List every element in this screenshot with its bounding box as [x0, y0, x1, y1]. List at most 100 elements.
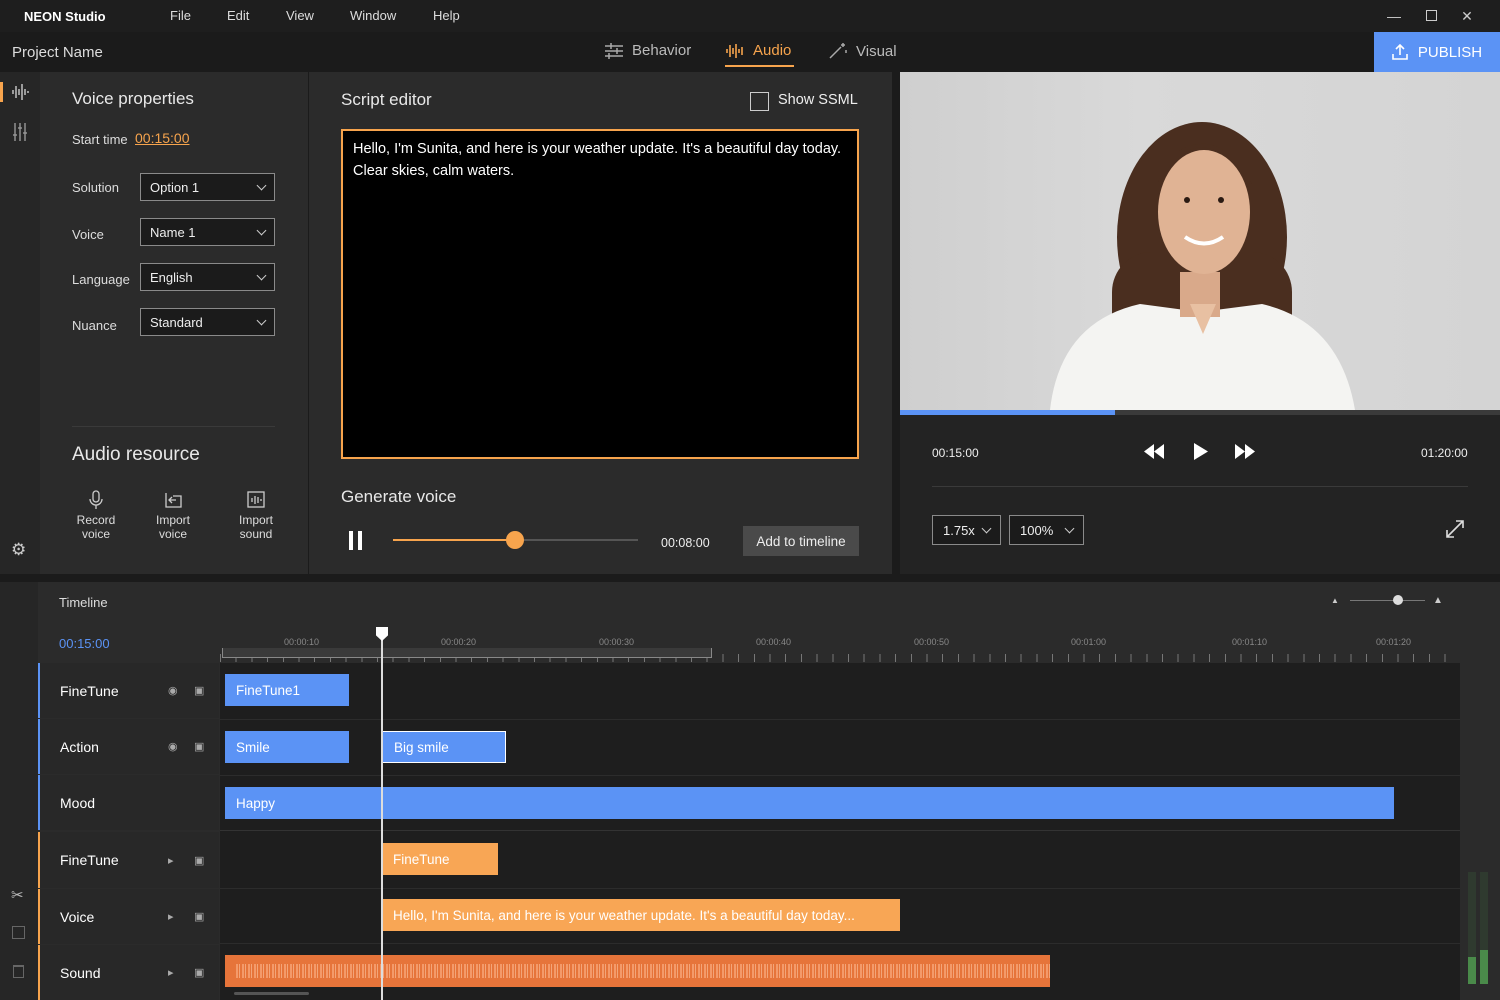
voice-label: Voice — [72, 227, 104, 242]
start-time-value[interactable]: 00:15:00 — [135, 130, 190, 146]
speaker-icon[interactable]: ▸ — [168, 910, 174, 923]
clip-smile[interactable]: Smile — [225, 731, 349, 763]
timeline-range-selector[interactable] — [222, 648, 712, 658]
solution-label: Solution — [72, 180, 119, 195]
add-to-timeline-button[interactable]: Add to timeline — [743, 526, 859, 556]
duplicate-icon[interactable] — [12, 926, 25, 939]
menu-file[interactable]: File — [170, 8, 191, 23]
track-name: Mood — [60, 794, 96, 811]
clip-finetune-audio[interactable]: FineTune — [382, 843, 498, 875]
row-divider — [220, 775, 1460, 776]
lock-icon[interactable]: ▣ — [194, 966, 204, 979]
menu-view[interactable]: View — [286, 8, 314, 23]
mixer-icon[interactable] — [12, 123, 28, 141]
fast-forward-icon[interactable] — [1234, 443, 1256, 460]
record-voice-line1: Record — [76, 513, 116, 527]
import-icon — [165, 493, 182, 508]
lock-icon[interactable]: ▣ — [194, 910, 204, 923]
publish-button[interactable]: PUBLISH — [1374, 32, 1500, 72]
eye-icon[interactable]: ◉ — [168, 740, 178, 753]
playback-speed-value: 1.75x — [943, 522, 975, 538]
solution-value: Option 1 — [150, 179, 200, 195]
menu-help[interactable]: Help — [433, 8, 460, 23]
audio-wave-icon — [726, 43, 743, 58]
generate-voice-title: Generate voice — [341, 487, 457, 506]
playback-speed-select[interactable]: 1.75x — [932, 515, 1001, 545]
chevron-down-icon — [981, 523, 992, 533]
record-voice-button[interactable]: Record voice — [61, 490, 131, 541]
close-icon[interactable]: ✕ — [1456, 5, 1478, 27]
show-ssml-checkbox[interactable] — [750, 92, 769, 111]
scissors-icon[interactable]: ✂ — [11, 886, 24, 904]
language-label: Language — [72, 272, 130, 287]
tab-visual[interactable]: Visual — [828, 42, 897, 60]
tick-label: 00:00:40 — [756, 637, 792, 647]
menu-window[interactable]: Window — [350, 8, 396, 23]
zoom-out-icon[interactable]: ▲ — [1331, 596, 1339, 605]
start-time-label: Start time — [72, 132, 128, 147]
clip-voice[interactable]: Hello, I'm Sunita, and here is your weat… — [382, 899, 900, 931]
fullscreen-expand-icon[interactable] — [1445, 519, 1465, 539]
video-frame[interactable] — [900, 72, 1500, 410]
lock-icon[interactable]: ▣ — [194, 854, 204, 867]
script-textarea[interactable]: Hello, I'm Sunita, and here is your weat… — [341, 129, 859, 459]
settings-gear-icon[interactable]: ⚙ — [11, 540, 26, 560]
import-voice-button[interactable]: Import voice — [138, 490, 208, 541]
voice-slider-fill — [393, 539, 515, 541]
voice-select[interactable]: Name 1 — [140, 218, 275, 246]
pause-icon[interactable] — [349, 531, 363, 550]
track-label-finetune-audio[interactable]: FineTune ▸ ▣ — [38, 832, 219, 888]
language-select[interactable]: English — [140, 263, 275, 291]
clip-happy[interactable]: Happy — [225, 787, 1394, 819]
zoom-select[interactable]: 100% — [1009, 515, 1084, 545]
playhead-handle[interactable] — [376, 627, 388, 641]
minimize-icon[interactable]: — — [1383, 5, 1405, 27]
lock-icon[interactable]: ▣ — [194, 740, 204, 753]
timeline-zoom-track[interactable] — [1350, 600, 1425, 601]
play-icon[interactable] — [1193, 442, 1209, 461]
record-voice-line2: voice — [81, 527, 110, 541]
behavior-sliders-icon — [605, 42, 623, 59]
speaker-icon[interactable]: ▸ — [168, 854, 174, 867]
row-divider — [220, 943, 1460, 944]
voice-slider-handle[interactable] — [506, 531, 524, 549]
speaker-icon[interactable]: ▸ — [168, 966, 174, 979]
tick-label: 00:00:30 — [599, 637, 635, 647]
solution-select[interactable]: Option 1 — [140, 173, 275, 201]
rewind-icon[interactable] — [1143, 443, 1165, 460]
project-name[interactable]: Project Name — [12, 44, 103, 61]
maximize-icon[interactable] — [1420, 5, 1442, 27]
audio-panel-icon[interactable] — [11, 84, 29, 100]
timeline-zoom-handle[interactable] — [1393, 595, 1403, 605]
chevron-down-icon — [1064, 523, 1075, 533]
clip-big-smile[interactable]: Big smile — [382, 731, 506, 763]
track-area[interactable] — [220, 663, 1460, 1000]
nuance-select[interactable]: Standard — [140, 308, 275, 336]
timeline-scrollbar[interactable] — [234, 992, 309, 995]
zoom-in-icon[interactable]: ▲ — [1433, 595, 1443, 606]
tab-audio[interactable]: Audio — [725, 42, 791, 59]
playhead-line[interactable] — [381, 632, 383, 1000]
track-label-sound[interactable]: Sound ▸ ▣ — [38, 945, 219, 1000]
track-name: Sound — [60, 964, 101, 981]
clip-finetune1[interactable]: FineTune1 — [225, 674, 349, 706]
timeline-tool-rail: ✂ — [0, 582, 38, 1000]
trash-icon[interactable] — [13, 965, 24, 978]
generate-voice-time: 00:08:00 — [661, 536, 710, 550]
row-divider — [220, 830, 1460, 831]
tab-behavior[interactable]: Behavior — [604, 42, 691, 59]
show-ssml-label[interactable]: Show SSML — [778, 92, 858, 108]
lock-icon[interactable]: ▣ — [194, 684, 204, 697]
tick-label: 00:01:20 — [1376, 637, 1412, 647]
track-label-finetune[interactable]: FineTune ◉ ▣ — [38, 663, 219, 718]
track-label-voice[interactable]: Voice ▸ ▣ — [38, 889, 219, 944]
clip-sound[interactable] — [225, 955, 1050, 987]
track-label-action[interactable]: Action ◉ ▣ — [38, 719, 219, 774]
import-sound-button[interactable]: Import sound — [221, 490, 291, 541]
voice-properties-panel: Voice properties Start time 00:15:00 Sol… — [40, 72, 308, 574]
eye-icon[interactable]: ◉ — [168, 684, 178, 697]
menu-edit[interactable]: Edit — [227, 8, 249, 23]
row-divider — [220, 888, 1460, 889]
track-label-mood[interactable]: Mood — [38, 775, 219, 830]
video-progress-fill — [900, 410, 1115, 415]
